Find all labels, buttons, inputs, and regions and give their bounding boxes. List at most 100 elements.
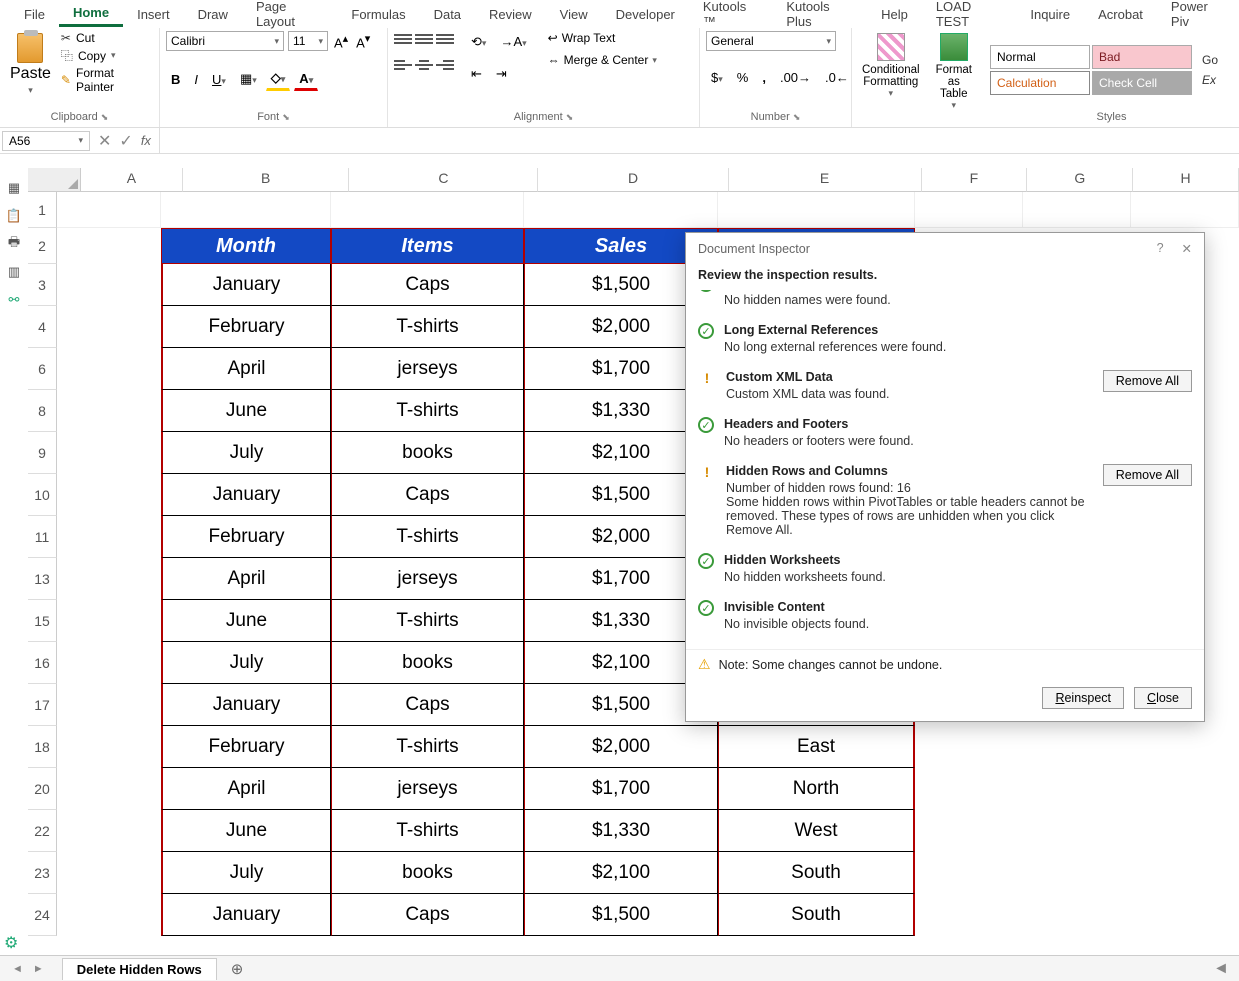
ribbon-tab-file[interactable]: File xyxy=(10,3,59,26)
table-cell[interactable]: T-shirts xyxy=(331,600,524,642)
table-cell[interactable]: T-shirts xyxy=(331,516,524,558)
row-header-20[interactable]: 20 xyxy=(28,768,57,810)
table-cell[interactable]: jerseys xyxy=(331,768,524,810)
align-left-button[interactable] xyxy=(394,57,412,73)
sheet-scroll-left[interactable]: ◄ xyxy=(1203,960,1239,978)
close-icon[interactable]: ✕ xyxy=(1182,241,1192,256)
font-size-combo[interactable]: 11▾ xyxy=(288,31,328,51)
align-center-button[interactable] xyxy=(415,57,433,73)
table-cell[interactable]: $1,500 xyxy=(524,894,718,936)
font-color-button[interactable]: A▾ xyxy=(294,68,318,91)
row-header-22[interactable]: 22 xyxy=(28,810,57,852)
increase-decimal-button[interactable]: .00→ xyxy=(775,67,816,88)
ltr-button[interactable]: →A▾ xyxy=(495,31,531,53)
table-cell[interactable]: Caps xyxy=(331,894,524,936)
row-header-23[interactable]: 23 xyxy=(28,852,57,894)
ribbon-tab-draw[interactable]: Draw xyxy=(184,3,242,26)
help-icon[interactable]: ? xyxy=(1157,241,1164,256)
increase-indent-button[interactable]: ⇥ xyxy=(491,63,512,85)
table-cell[interactable]: $2,100 xyxy=(524,852,718,894)
table-cell[interactable]: January xyxy=(161,474,331,516)
column-header-E[interactable]: E xyxy=(729,168,922,192)
row-header-6[interactable]: 6 xyxy=(28,348,57,390)
table-cell[interactable]: February xyxy=(161,726,331,768)
remove-all-button[interactable]: Remove All xyxy=(1103,370,1192,392)
column-header-G[interactable]: G xyxy=(1027,168,1133,192)
cell[interactable] xyxy=(1023,192,1131,228)
align-top-button[interactable] xyxy=(394,31,412,47)
table-cell[interactable]: April xyxy=(161,768,331,810)
style-good-partial[interactable]: Go xyxy=(1202,53,1218,67)
row-header-10[interactable]: 10 xyxy=(28,474,57,516)
cell[interactable] xyxy=(331,192,524,228)
enter-icon[interactable]: ✓ xyxy=(119,131,132,151)
reinspect-button[interactable]: Reinspect xyxy=(1042,687,1124,709)
row-header-4[interactable]: 4 xyxy=(28,306,57,348)
table-cell[interactable]: $2,000 xyxy=(524,726,718,768)
sheet-tab-active[interactable]: Delete Hidden Rows xyxy=(62,958,217,980)
table-cell[interactable]: Caps xyxy=(331,264,524,306)
column-header-F[interactable]: F xyxy=(922,168,1028,192)
table-cell[interactable]: April xyxy=(161,558,331,600)
row-header-11[interactable]: 11 xyxy=(28,516,57,558)
row-header-18[interactable]: 18 xyxy=(28,726,57,768)
align-middle-button[interactable] xyxy=(415,31,433,47)
table-cell[interactable]: T-shirts xyxy=(331,390,524,432)
format-painter-button[interactable]: ✎Format Painter xyxy=(61,66,153,94)
row-header-24[interactable]: 24 xyxy=(28,894,57,936)
style-bad[interactable]: Bad xyxy=(1092,45,1192,69)
accounting-button[interactable]: $▾ xyxy=(706,67,728,88)
dialog-launcher-icon[interactable]: ⬊ xyxy=(566,112,574,123)
table-cell[interactable]: February xyxy=(161,306,331,348)
table-cell[interactable]: West xyxy=(718,810,915,852)
table-header-items[interactable]: Items xyxy=(331,228,524,264)
row-header-16[interactable]: 16 xyxy=(28,642,57,684)
underline-button[interactable]: U▾ xyxy=(207,69,231,90)
sheet-nav-prev[interactable]: ► xyxy=(33,963,44,975)
table-cell[interactable]: books xyxy=(331,642,524,684)
table-cell[interactable]: T-shirts xyxy=(331,306,524,348)
table-cell[interactable]: T-shirts xyxy=(331,810,524,852)
close-button[interactable]: Close xyxy=(1134,687,1192,709)
table-cell[interactable]: February xyxy=(161,516,331,558)
side-tool-5[interactable]: ⚯ xyxy=(5,291,23,309)
table-cell[interactable]: books xyxy=(331,852,524,894)
ribbon-tab-review[interactable]: Review xyxy=(475,3,546,26)
comma-button[interactable]: , xyxy=(757,67,771,88)
ribbon-tab-formulas[interactable]: Formulas xyxy=(337,3,419,26)
column-header-H[interactable]: H xyxy=(1133,168,1239,192)
table-cell[interactable]: South xyxy=(718,852,915,894)
border-button[interactable]: ▦▾ xyxy=(235,68,262,90)
column-header-A[interactable]: A xyxy=(81,168,183,192)
ribbon-tab-acrobat[interactable]: Acrobat xyxy=(1084,3,1157,26)
table-cell[interactable]: July xyxy=(161,432,331,474)
paste-button[interactable]: Paste ▾ xyxy=(6,31,55,98)
row-header-9[interactable]: 9 xyxy=(28,432,57,474)
select-all-corner[interactable] xyxy=(28,168,81,192)
table-cell[interactable]: jerseys xyxy=(331,558,524,600)
dialog-launcher-icon[interactable]: ⬊ xyxy=(793,112,801,123)
orientation-button[interactable]: ⟲▾ xyxy=(466,31,491,53)
wrap-text-button[interactable]: ↩Wrap Text xyxy=(548,31,657,45)
align-bottom-button[interactable] xyxy=(436,31,454,47)
table-header-month[interactable]: Month xyxy=(161,228,331,264)
column-header-B[interactable]: B xyxy=(183,168,350,192)
decrease-font-icon[interactable]: A▾ xyxy=(354,32,372,50)
bold-button[interactable]: B xyxy=(166,69,185,90)
font-name-combo[interactable]: Calibri▾ xyxy=(166,31,284,51)
table-cell[interactable]: June xyxy=(161,390,331,432)
cell[interactable] xyxy=(57,192,161,228)
table-cell[interactable]: July xyxy=(161,642,331,684)
ribbon-tab-inquire[interactable]: Inquire xyxy=(1016,3,1084,26)
cell[interactable] xyxy=(718,192,915,228)
table-cell[interactable]: $1,330 xyxy=(524,810,718,852)
dialog-launcher-icon[interactable]: ⬊ xyxy=(101,112,109,123)
row-header-2[interactable]: 2 xyxy=(28,228,57,264)
ribbon-tab-help[interactable]: Help xyxy=(867,3,922,26)
copy-button[interactable]: ⿻Copy▾ xyxy=(61,47,153,64)
table-cell[interactable]: T-shirts xyxy=(331,726,524,768)
table-cell[interactable]: $1,700 xyxy=(524,768,718,810)
style-calculation[interactable]: Calculation xyxy=(990,71,1090,95)
add-sheet-button[interactable]: ⊕ xyxy=(231,960,244,978)
table-cell[interactable]: Caps xyxy=(331,474,524,516)
